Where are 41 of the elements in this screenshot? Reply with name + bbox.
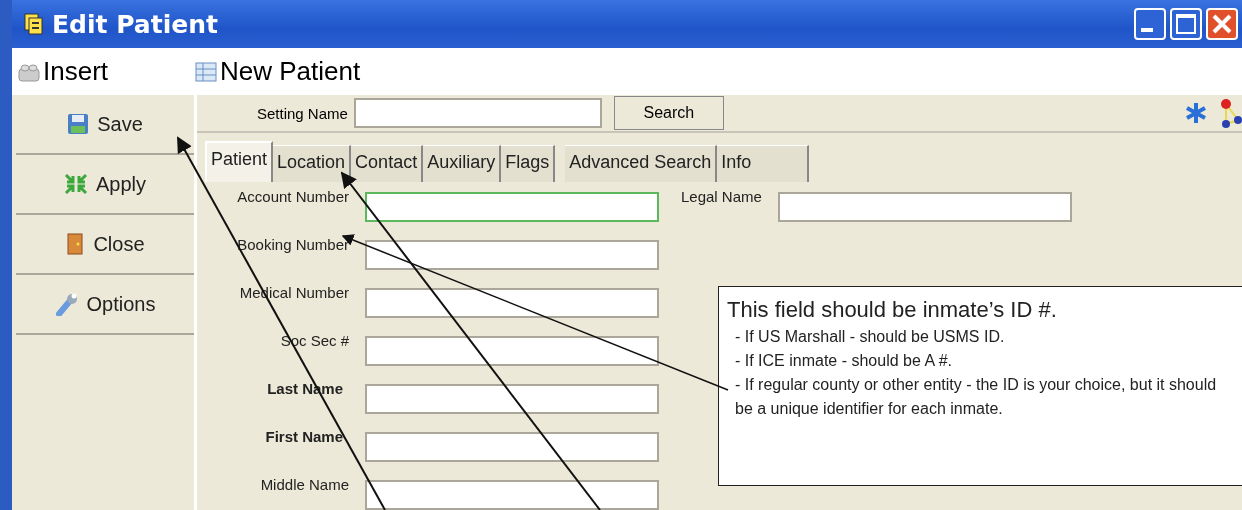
input-field[interactable]: [365, 432, 659, 462]
field-label: Middle Name: [259, 476, 350, 493]
callout-text: - If US Marshall - should be USMS ID.: [734, 327, 1006, 347]
document-icon: [24, 13, 44, 35]
maximize-button[interactable]: [1170, 8, 1202, 40]
wrench-icon: [54, 292, 79, 316]
form-heading: New Patient: [220, 56, 361, 87]
field-label: First Name: [264, 428, 344, 445]
field-label: Account Number: [236, 188, 350, 205]
window-title: Edit Patient: [52, 9, 218, 39]
field-label: Booking Number: [236, 236, 350, 253]
arrows-icon: [64, 173, 88, 195]
input-field[interactable]: [365, 480, 659, 510]
input-field[interactable]: [365, 336, 659, 366]
input-field[interactable]: [365, 192, 659, 222]
field-label: Setting Name: [257, 104, 348, 122]
tab[interactable]: Location: [273, 145, 352, 182]
asterisk-icon[interactable]: [1184, 101, 1208, 125]
tab[interactable]: Auxiliary: [423, 145, 502, 182]
input-field[interactable]: [365, 384, 659, 414]
tab[interactable]: Patient: [205, 141, 274, 182]
callout-title: This field should be inmate’s ID #.: [727, 297, 1058, 323]
input-field[interactable]: [365, 240, 659, 270]
callout-text: - If regular county or other entity - the ID is your choice, but it should be a unique identifier for each inmate.: [734, 375, 1218, 419]
door-icon: [65, 233, 86, 255]
insert-heading: Insert: [43, 56, 109, 87]
setting-name-field[interactable]: [353, 98, 602, 128]
table-icon: [195, 60, 217, 83]
field-label: Legal Name: [681, 188, 763, 205]
tab[interactable]: Contact: [351, 145, 424, 182]
callout-text: - If ICE inmate - should be A #.: [734, 351, 953, 371]
molecule-icon[interactable]: [1220, 98, 1242, 128]
brick-icon: [18, 61, 40, 82]
search-button[interactable]: Search: [613, 96, 724, 130]
minimize-button[interactable]: [1134, 8, 1166, 40]
tab[interactable]: Flags: [501, 145, 556, 182]
input-field[interactable]: [365, 288, 659, 318]
tab[interactable]: Info: [717, 145, 810, 182]
input-field[interactable]: [777, 192, 1072, 222]
tab[interactable]: Advanced Search: [565, 145, 718, 182]
close-button[interactable]: [1206, 8, 1238, 40]
